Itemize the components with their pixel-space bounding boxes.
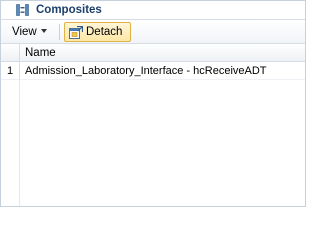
row-number: 1 xyxy=(1,62,20,80)
detach-window-icon xyxy=(69,26,83,39)
row-number-header xyxy=(1,44,20,62)
row-name-cell: Admission_Laboratory_Interface - hcRecei… xyxy=(25,65,267,77)
table-row[interactable]: 1 Admission_Laboratory_Interface - hcRec… xyxy=(1,62,305,80)
column-header-name[interactable]: Name xyxy=(25,47,56,59)
view-menu-label: View xyxy=(12,26,37,38)
table-header: Name xyxy=(1,44,305,62)
toolbar-separator xyxy=(59,24,60,40)
panel-title: Composites xyxy=(36,4,102,16)
composite-icon xyxy=(16,4,29,16)
detach-button[interactable]: Detach xyxy=(64,22,131,42)
view-menu-button[interactable]: View xyxy=(12,24,47,40)
toolbar: View Detach xyxy=(1,20,305,44)
detach-label: Detach xyxy=(86,26,123,38)
composites-panel: Composites View Detach Name 1 Admission_… xyxy=(0,0,306,207)
panel-titlebar: Composites xyxy=(1,1,305,20)
chevron-down-icon xyxy=(40,29,47,33)
row-number-column xyxy=(1,80,20,206)
